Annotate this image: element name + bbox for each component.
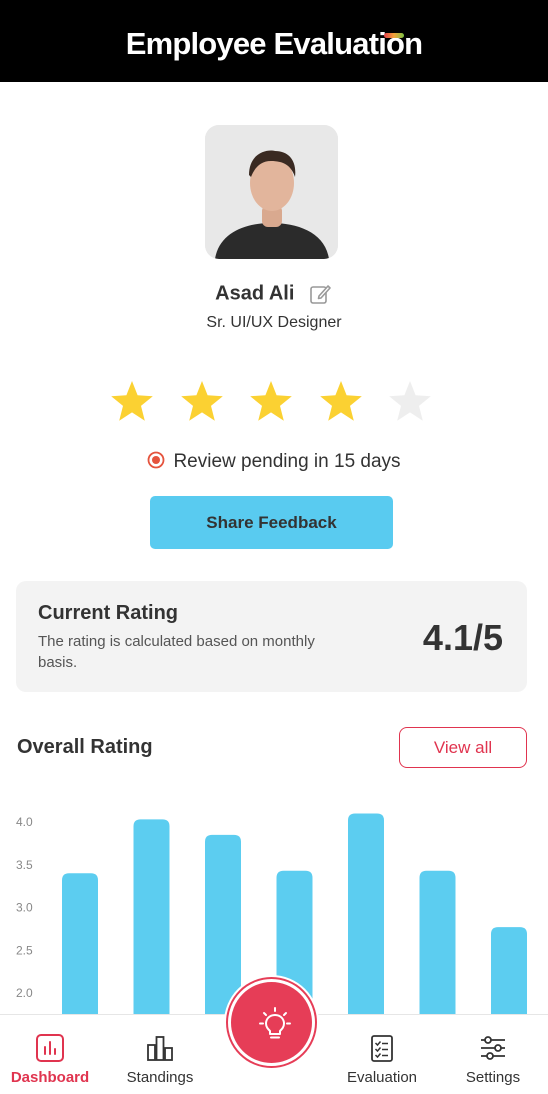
title-accent-bar xyxy=(384,33,404,38)
chart-bar xyxy=(419,870,456,1014)
share-feedback-button[interactable]: Share Feedback xyxy=(150,496,393,549)
current-rating-title: Current Rating xyxy=(38,602,178,624)
star-filled-icon xyxy=(111,381,153,421)
y-tick-label: 2.0 xyxy=(16,986,33,1000)
star-filled-icon xyxy=(319,381,362,421)
review-status: Review pending in 15 days xyxy=(0,451,548,473)
y-tick-label: 3.5 xyxy=(16,858,33,872)
current-rating-card: Current Rating The rating is calculated … xyxy=(16,581,527,692)
bar-chart-icon xyxy=(147,1036,173,1061)
overall-rating-title: Overall Rating xyxy=(17,736,153,758)
checklist-icon xyxy=(371,1035,393,1062)
nav-evaluation[interactable]: Evaluation xyxy=(332,1015,432,1094)
app-title: Employee Evaluation xyxy=(125,26,423,61)
view-all-button[interactable]: View all xyxy=(399,727,527,768)
profile-avatar xyxy=(205,125,338,259)
chart-bar xyxy=(62,873,98,1014)
y-tick-label: 2.5 xyxy=(16,943,33,957)
app-header: Employee Evaluation xyxy=(0,0,548,82)
chart-bar xyxy=(133,819,170,1014)
nav-label-standings: Standings xyxy=(126,1069,194,1086)
sliders-icon xyxy=(481,1036,505,1060)
profile-name-row: Asad Ali xyxy=(0,282,548,306)
chart-bar xyxy=(348,813,384,1014)
star-rating xyxy=(108,378,438,426)
star-filled-icon xyxy=(180,381,223,421)
dashboard-chart-icon xyxy=(36,1034,64,1062)
edit-icon[interactable] xyxy=(309,282,333,306)
idea-fab-button[interactable] xyxy=(224,975,319,1070)
current-rating-description: The rating is calculated based on monthl… xyxy=(38,633,315,671)
nav-standings[interactable]: Standings xyxy=(110,1015,210,1094)
nav-settings[interactable]: Settings xyxy=(443,1015,543,1094)
nav-label-settings: Settings xyxy=(465,1069,521,1086)
chart-bar xyxy=(491,927,527,1014)
current-rating-value: 4.1/5 xyxy=(422,617,503,658)
nav-label-evaluation: Evaluation xyxy=(346,1069,418,1086)
star-empty-icon xyxy=(389,381,431,421)
y-tick-label: 4.0 xyxy=(16,815,33,829)
record-dot-icon xyxy=(148,452,165,469)
star-filled-icon xyxy=(250,381,292,421)
profile-role: Sr. UI/UX Designer xyxy=(206,314,342,331)
lightbulb-icon xyxy=(259,1007,291,1039)
y-tick-label: 3.0 xyxy=(16,901,33,915)
review-status-text: Review pending in 15 days xyxy=(173,451,401,472)
nav-dashboard[interactable]: Dashboard xyxy=(0,1015,100,1094)
chart-bar xyxy=(205,834,241,1014)
nav-label-dashboard: Dashboard xyxy=(10,1069,90,1086)
fab-circle xyxy=(228,979,315,1066)
profile-name: Asad Ali xyxy=(215,282,295,305)
